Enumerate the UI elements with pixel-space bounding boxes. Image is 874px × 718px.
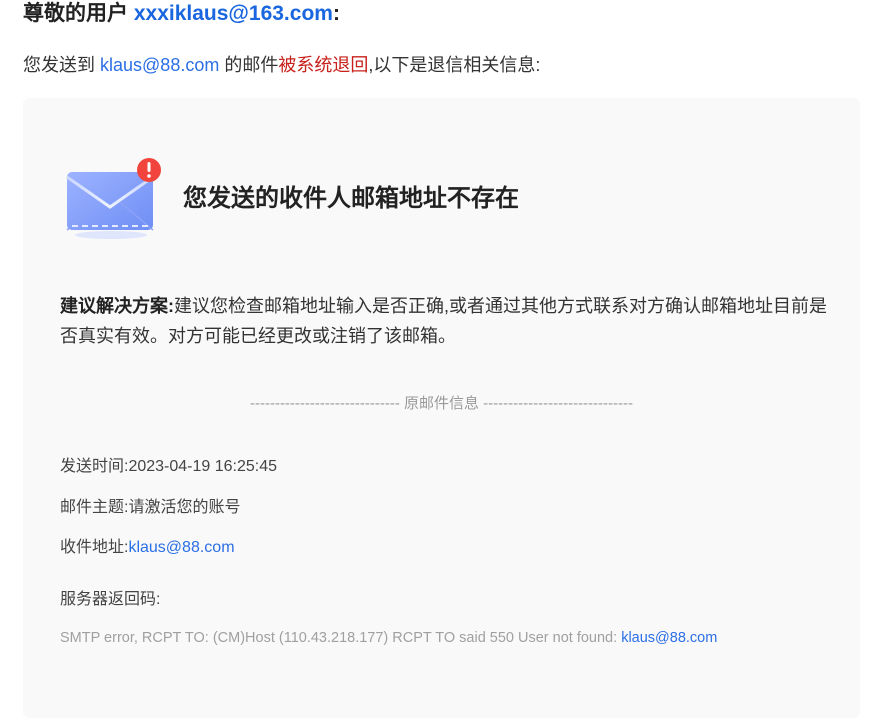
smtp-error-line: SMTP error, RCPT TO: (CM)Host (110.43.21… (60, 628, 717, 648)
greeting-suffix: : (332, 2, 340, 25)
greeting: 尊敬的用户 xxxiklaus@163.com: (23, 0, 340, 28)
subject-row: 邮件主题:请激活您的账号 (60, 497, 240, 519)
intro-part2: 的邮件 (224, 55, 279, 75)
subject-label: 邮件主题: (60, 499, 129, 516)
intro-part3: ,以下是退信相关信息: (368, 55, 541, 75)
greeting-prefix: 尊敬的用户 (23, 2, 128, 25)
server-code-label: 服务器返回码: (60, 591, 161, 608)
send-time-label: 发送时间: (60, 458, 129, 475)
bounce-title: 您发送的收件人邮箱地址不存在 (183, 185, 519, 212)
recipient-address-link[interactable]: klaus@88.com (128, 539, 234, 556)
bounce-info-card: 您发送的收件人邮箱地址不存在 建议解决方案:建议您检查邮箱地址输入是否正确,或者… (23, 98, 860, 718)
send-time-value: 2023-04-19 16:25:45 (128, 458, 278, 475)
suggestion-text: 建议您检查邮箱地址输入是否正确,或者通过其他方式联系对方确认邮箱地址目前是否真实… (60, 296, 827, 346)
intro-part1: 您发送到 (23, 55, 95, 75)
suggestion-block: 建议解决方案:建议您检查邮箱地址输入是否正确,或者通过其他方式联系对方确认邮箱地… (60, 291, 830, 351)
smtp-error-text: SMTP error, RCPT TO: (CM)Host (110.43.21… (60, 630, 622, 646)
intro-line: 您发送到 klaus@88.com 的邮件被系统退回,以下是退信相关信息: (23, 51, 540, 79)
original-mail-divider: ------------------------------ 原邮件信息 ---… (249, 395, 634, 412)
smtp-error-address-link[interactable]: klaus@88.com (621, 630, 717, 646)
send-time-row: 发送时间:2023-04-19 16:25:45 (60, 456, 277, 478)
subject-value: 请激活您的账号 (128, 499, 241, 516)
greeting-address-link[interactable]: xxxiklaus@163.com (134, 2, 333, 25)
recipient-address-row: 收件地址:klaus@88.com (60, 537, 235, 559)
intro-returned-highlight: 被系统退回 (278, 55, 369, 75)
envelope-alert-icon (64, 157, 164, 243)
suggestion-label: 建议解决方案: (60, 296, 174, 316)
intro-recipient-link[interactable]: klaus@88.com (100, 55, 219, 75)
recipient-address-label: 收件地址: (60, 539, 129, 556)
